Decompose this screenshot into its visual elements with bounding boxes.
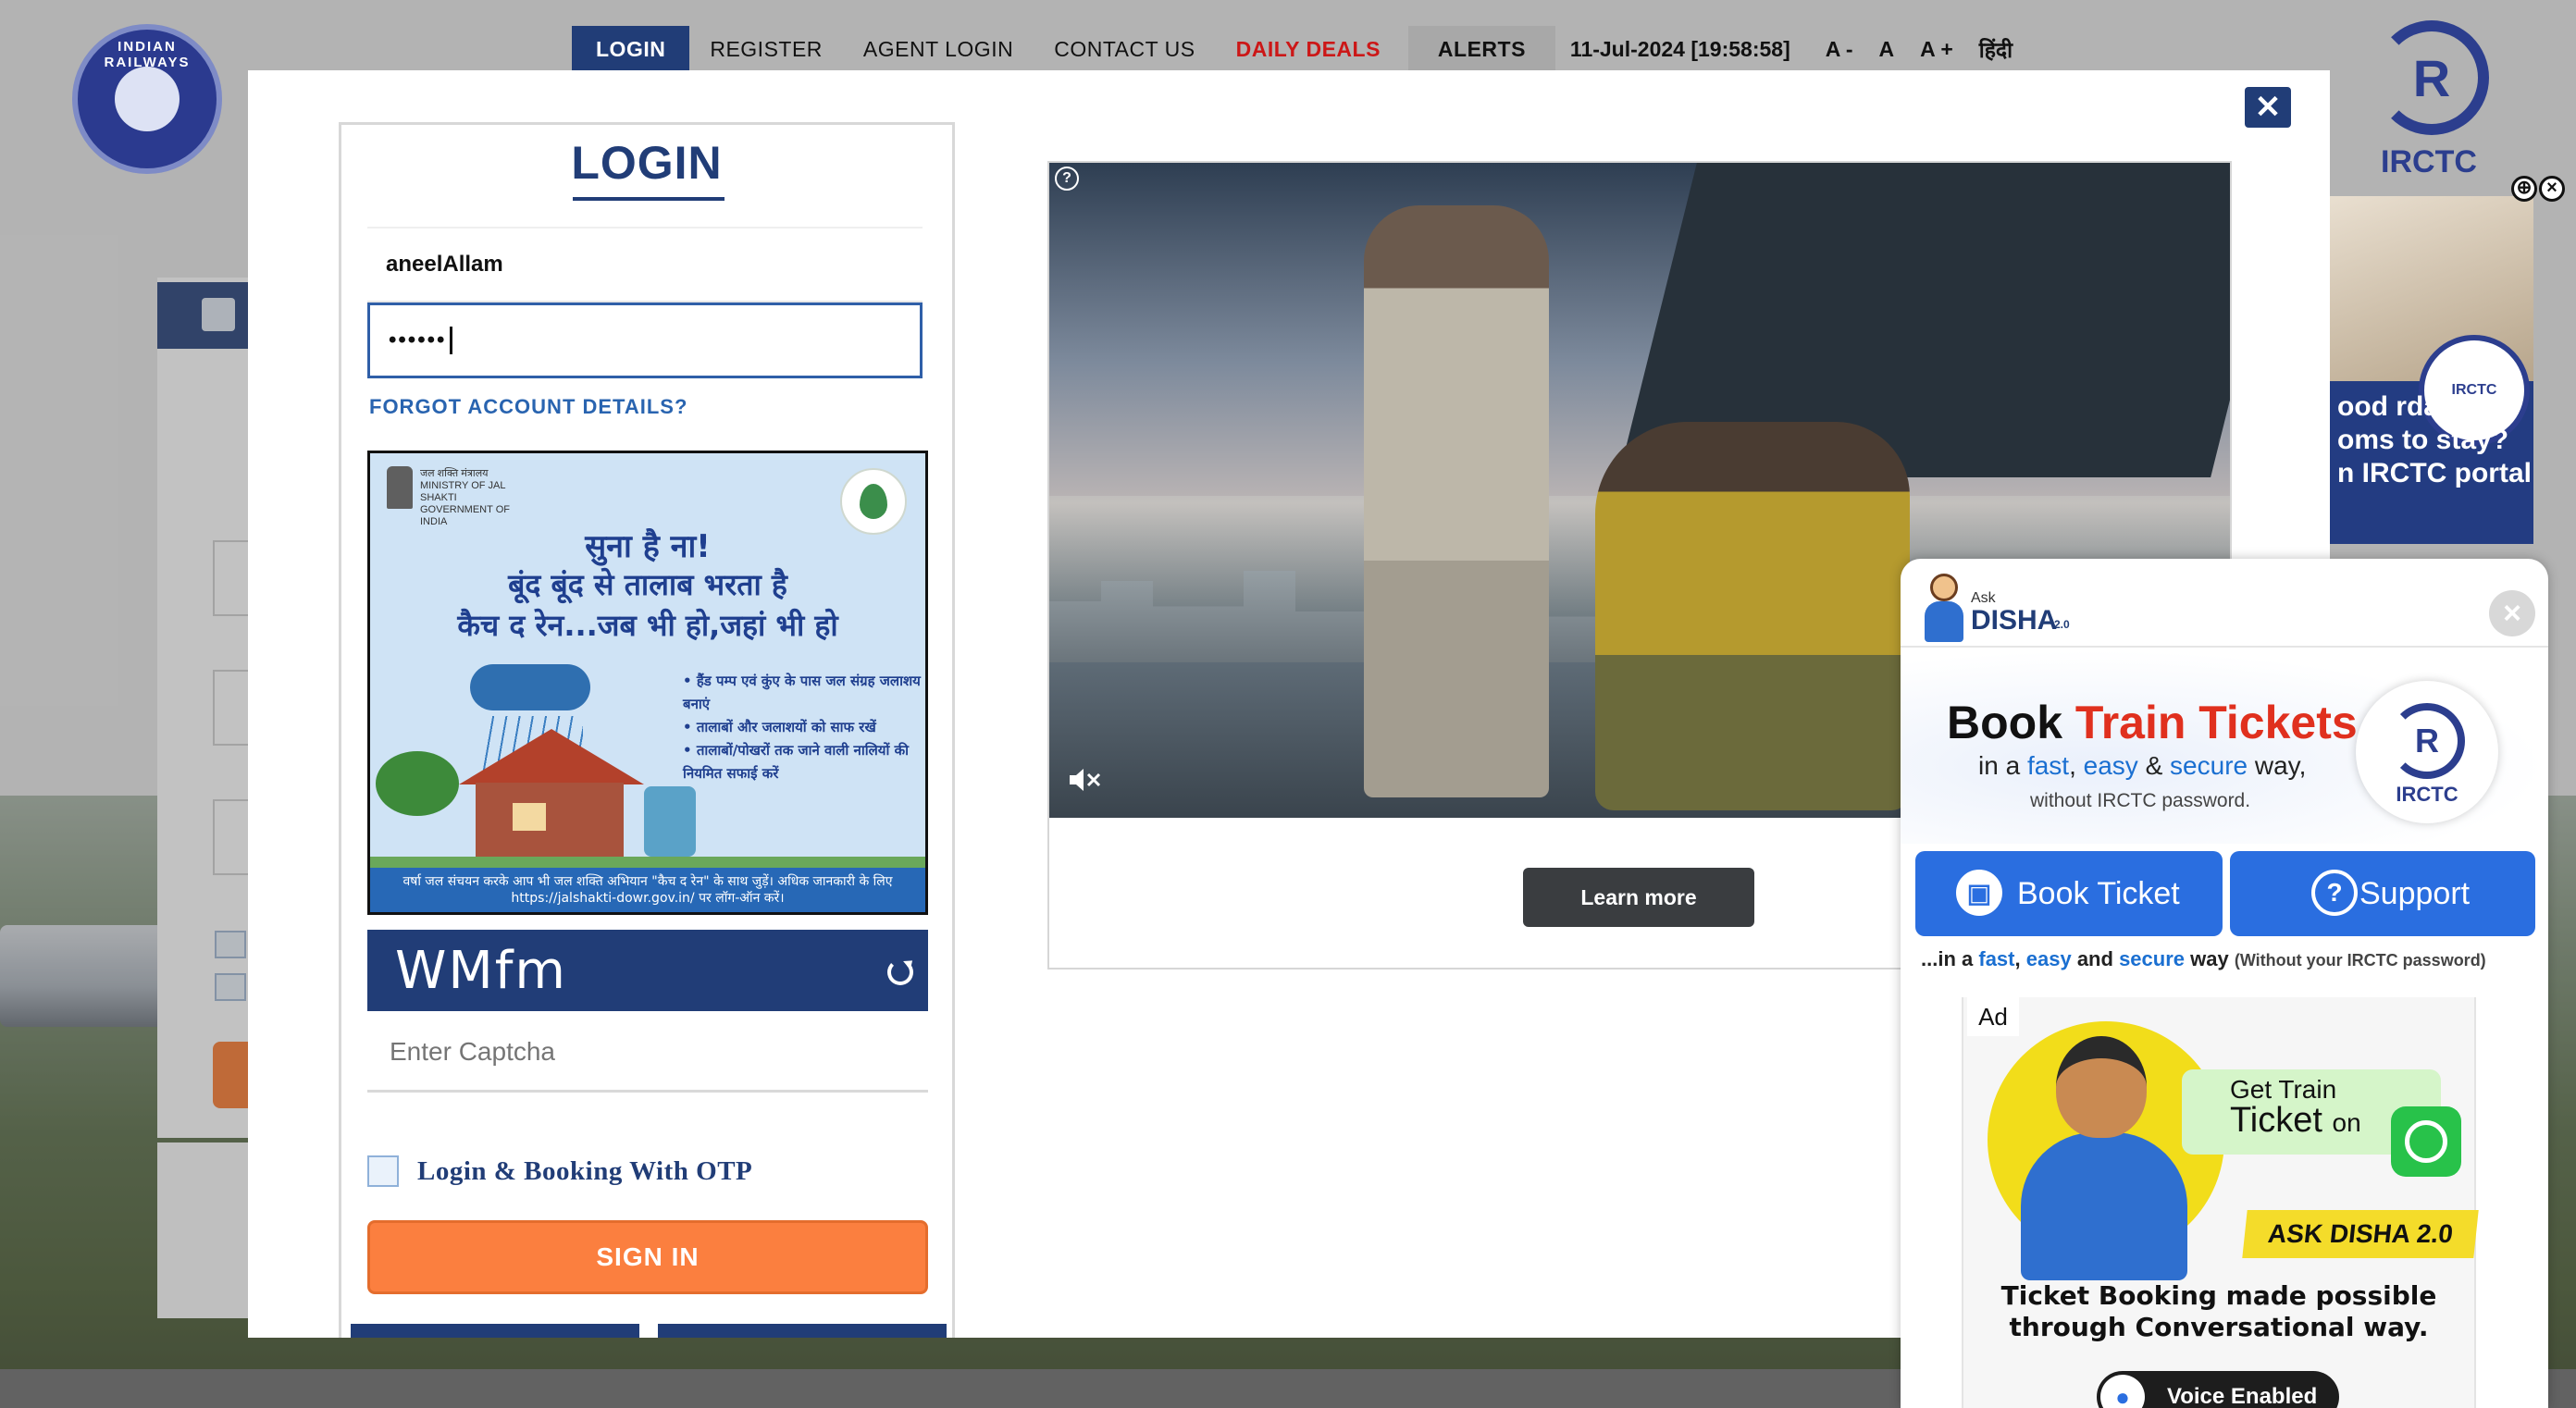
learn-more-button[interactable]: Learn more [1523, 868, 1754, 927]
microphone-icon: ● [2100, 1375, 2145, 1408]
ministry-name: जल शक्ति मंत्रालय MINISTRY OF JAL SHAKTI… [420, 468, 510, 527]
indian-railways-logo-text: INDIAN RAILWAYS [104, 39, 191, 70]
font-size-normal[interactable]: A [1866, 37, 1908, 62]
disha-irctc-logo: R IRCTC [2356, 681, 2498, 823]
jal-shakti-ad[interactable]: जल शक्ति मंत्रालय MINISTRY OF JAL SHAKTI… [367, 451, 928, 915]
disha-ad-text: Ticket Booking made possible through Con… [2000, 1280, 2437, 1342]
password-field[interactable]: •••••• [367, 303, 923, 378]
disha-subheadline: in a fast, easy & secure way, [1978, 751, 2307, 780]
national-emblem-icon [387, 466, 413, 509]
house-roof-illustration [459, 729, 644, 784]
ask-disha-widget: Ask DISHA 2.0 × Book Train Tickets in a … [1901, 559, 2548, 1408]
nav-agent-login[interactable]: AGENT LOGIN [843, 26, 1034, 72]
password-value: •••••• [389, 327, 447, 352]
username-field[interactable]: aneelAllam [367, 227, 923, 303]
otp-option[interactable]: Login & Booking With OTP [367, 1155, 752, 1187]
disha-version: 2.0 [2054, 618, 2070, 631]
tree-illustration [376, 751, 459, 816]
ad-footer: वर्षा जल संचयन करके आप भी जल शक्ति अभिया… [370, 868, 925, 912]
ad-headline-1: सुना है ना! [585, 528, 711, 565]
indian-railways-logo: INDIAN RAILWAYS [72, 24, 222, 174]
nav-register[interactable]: REGISTER [689, 26, 843, 72]
irctc-logo-mark: R [2374, 20, 2489, 135]
disha-mascot-head [2056, 1036, 2147, 1138]
font-size-increase[interactable]: A + [1907, 37, 1966, 62]
language-hindi[interactable]: हिंदी [1966, 34, 2025, 64]
ticket-on-text: Ticket on [2230, 1101, 2361, 1140]
side-ad-banner[interactable]: IRCTC ood rdable oms to stay? n IRCTC po… [2330, 196, 2533, 544]
refresh-captcha-icon[interactable] [887, 959, 913, 985]
house-window-illustration [513, 803, 546, 831]
nav-datetime: 11-Jul-2024 [19:58:58] [1569, 36, 1790, 61]
water-drop-icon [860, 484, 887, 519]
help-icon: ? [2311, 870, 2358, 916]
side-ad-text: ood rdable oms to stay? n IRCTC portal [2337, 391, 2532, 488]
side-ad-close-icon[interactable]: × [2539, 176, 2565, 202]
ad-bullet: • तालाबों और जलाशयों को साफ रखें [683, 719, 876, 735]
ad-choices-icon[interactable]: ⊕ [2511, 176, 2537, 202]
captcha-input[interactable] [367, 1013, 928, 1093]
disha-irctc-text: IRCTC [2396, 783, 2458, 806]
irctc-logo[interactable]: R IRCTC [2359, 20, 2498, 179]
bottom-button-left[interactable] [351, 1324, 639, 1338]
video-person-sitting [1595, 422, 1910, 810]
disha-header: Ask DISHA 2.0 × [1901, 559, 2548, 648]
disha-no-password-note: without IRCTC password. [2030, 790, 2251, 811]
whatsapp-icon [2391, 1106, 2461, 1177]
video-person-standing [1364, 205, 1549, 797]
text-cursor [450, 327, 453, 354]
nav-contact-us[interactable]: CONTACT US [1034, 26, 1215, 72]
bottom-button-right[interactable] [658, 1324, 947, 1338]
disha-headline: Book Train Tickets [1947, 697, 2358, 748]
font-size-decrease[interactable]: A - [1813, 37, 1866, 62]
forgot-account-details-link[interactable]: FORGOT ACCOUNT DETAILS? [369, 395, 687, 419]
ad-headline-2: बूंद बूंद से तालाब भरता है [508, 567, 787, 602]
house-illustration [476, 783, 624, 857]
ministry-header: जल शक्ति मंत्रालय MINISTRY OF JAL SHAKTI… [387, 466, 516, 527]
nav-alerts[interactable]: ALERTS [1407, 26, 1555, 72]
rain-cloud-icon [470, 664, 590, 710]
ad-label: Ad [1967, 997, 2019, 1036]
disha-book-ticket-button[interactable]: ▣ Book Ticket [1915, 851, 2223, 936]
water-tank-illustration [644, 786, 696, 857]
modal-close-button[interactable]: ✕ [2245, 87, 2291, 128]
login-title: LOGIN [571, 137, 723, 189]
username-value: aneelAllam [386, 252, 503, 277]
train-icon: ▣ [1956, 870, 2002, 916]
ask-disha-banner: ASK DISHA 2.0 [2242, 1210, 2479, 1258]
login-panel: LOGIN aneelAllam •••••• FORGOT ACCOUNT D… [339, 122, 955, 1338]
sign-in-button[interactable]: SIGN IN [367, 1220, 928, 1294]
nav-daily-deals[interactable]: DAILY DEALS [1216, 26, 1401, 72]
otp-label: Login & Booking With OTP [417, 1155, 753, 1186]
top-navigation: LOGIN REGISTER AGENT LOGIN CONTACT US DA… [572, 26, 2025, 72]
mute-icon[interactable] [1068, 766, 1101, 794]
disha-close-button[interactable]: × [2489, 590, 2535, 636]
irctc-logo-text: IRCTC [2381, 144, 2477, 179]
disha-avatar-icon [1921, 574, 1967, 644]
disha-tagline: ...in a fast, easy and secure way (Witho… [1921, 947, 2486, 970]
ad-headline-3: कैच द रेन...जब भी हो,जहां भी हो [457, 608, 838, 643]
disha-mascot-body [2021, 1132, 2187, 1280]
login-title-underline [573, 197, 724, 201]
irctc-logo-mark: R [2389, 703, 2465, 779]
captcha-image: WMfm [367, 930, 928, 1011]
indian-railways-emblem [115, 67, 180, 131]
captcha-text: WMfm [395, 940, 567, 1001]
ad-info-icon[interactable]: ? [1055, 167, 1079, 191]
disha-name: DISHA [1971, 605, 2058, 636]
ad-bullet: • तालाबों/पोखरों तक जाने वाली नालियों की… [683, 742, 909, 782]
nav-login[interactable]: LOGIN [572, 26, 690, 72]
otp-checkbox[interactable] [367, 1155, 399, 1187]
voice-enabled-badge[interactable]: ● Voice Enabled [2097, 1371, 2339, 1408]
disha-support-button[interactable]: ? Support [2230, 851, 2535, 936]
ad-bullet-list: • हैंड पम्प एवं कुंए के पास जल संग्रह जल… [683, 670, 925, 785]
ad-bullet: • हैंड पम्प एवं कुंए के पास जल संग्रह जल… [683, 673, 921, 712]
